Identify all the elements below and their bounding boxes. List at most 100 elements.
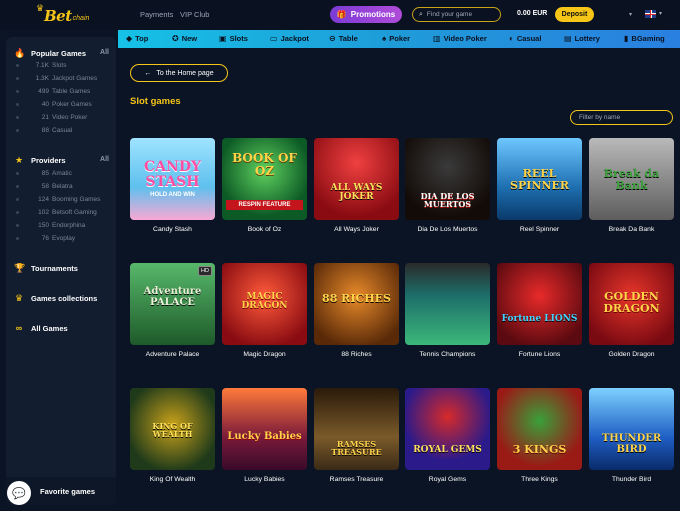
game-logo-text: ALL WAYS JOKER <box>330 183 383 203</box>
game-logo-text: THUNDER BIRD <box>601 433 662 455</box>
vip-club-link[interactable]: VIP Club <box>180 10 209 19</box>
game-card[interactable]: Lucky Babies <box>222 388 307 470</box>
popular-all-link[interactable]: All <box>100 49 109 56</box>
tournaments-link[interactable]: 🏆 Tournaments <box>14 263 78 274</box>
game-card[interactable]: ALL WAYS JOKER <box>314 138 399 220</box>
game-card[interactable]: CANDY STASH HOLD AND WIN <box>130 138 215 220</box>
game-card[interactable]: MAGIC DRAGON <box>222 263 307 345</box>
game-name[interactable]: Break Da Bank <box>589 226 674 233</box>
game-name[interactable]: 88 Riches <box>314 351 399 358</box>
sidebar-item-slots[interactable]: 7.1K Slots <box>16 62 111 69</box>
game-name[interactable]: Lucky Babies <box>222 476 307 483</box>
category-poker[interactable]: ♠ Poker <box>382 34 410 43</box>
all-games-link[interactable]: ∞ All Games <box>14 323 68 333</box>
category-slots[interactable]: ▣ Slots <box>219 34 248 43</box>
table-icon: ⊖ <box>329 34 336 43</box>
sidebar-provider-booming[interactable]: 124 Booming Games <box>16 196 111 203</box>
game-thumbnail <box>405 263 490 345</box>
category-bgaming[interactable]: ▮ BGaming <box>624 34 665 43</box>
diamond-icon: ◆ <box>126 34 133 43</box>
providers-all-link[interactable]: All <box>100 156 109 163</box>
game-name[interactable]: Candy Stash <box>130 226 215 233</box>
game-card[interactable]: BOOK OF OZ RESPIN FEATURE <box>222 138 307 220</box>
popular-games-header[interactable]: 🔥 Popular Games <box>14 48 86 59</box>
star-icon: ✪ <box>172 34 179 43</box>
sidebar-provider-amatic[interactable]: 85 Amatic <box>16 170 111 177</box>
search-input[interactable] <box>426 11 497 18</box>
game-card[interactable]: 88 RICHES <box>314 263 399 345</box>
category-top[interactable]: ◆ Top <box>126 34 148 43</box>
sidebar-item-poker-games[interactable]: 40 Poker Games <box>16 101 111 108</box>
game-name[interactable]: Ramses Treasure <box>314 476 399 483</box>
game-name[interactable]: Royal Gems <box>405 476 490 483</box>
bgaming-icon: ▮ <box>624 34 629 43</box>
game-name[interactable]: Book of Oz <box>222 226 307 233</box>
deposit-button[interactable]: Deposit <box>555 7 594 22</box>
game-card[interactable]: GOLDEN DRAGON <box>589 263 674 345</box>
star-icon: ★ <box>14 155 24 165</box>
game-thumbnail <box>405 388 490 470</box>
category-jackpot[interactable]: ▭ Jackpot <box>270 34 309 43</box>
category-lottery[interactable]: ▤ Lottery <box>564 34 600 43</box>
games-collections-link[interactable]: ♛ Games collections <box>14 293 97 304</box>
game-logo-text: Lucky Babies <box>227 431 302 442</box>
language-chevron-icon[interactable]: ▾ <box>659 10 662 17</box>
game-name[interactable]: Dia De Los Muertos <box>405 226 490 233</box>
game-name[interactable]: Thunder Bird <box>589 476 674 483</box>
gift-icon: 🎁 <box>336 10 347 19</box>
category-casual[interactable]: ◐ Casual <box>509 34 541 43</box>
game-name[interactable]: Adventure Palace <box>130 351 215 358</box>
arrow-left-icon: ← <box>144 69 152 77</box>
game-name[interactable]: Fortune Lions <box>497 351 582 358</box>
game-card[interactable]: THUNDER BIRD <box>589 388 674 470</box>
chat-support-button[interactable]: 💬 <box>7 481 31 505</box>
category-table[interactable]: ⊖ Table <box>329 34 358 43</box>
search-box[interactable]: ⌕ <box>412 7 501 22</box>
sidebar-item-video-poker[interactable]: 21 Video Poker <box>16 114 111 121</box>
filter-input[interactable] <box>579 114 669 121</box>
site-logo[interactable]: ♛ Bet chain <box>34 3 104 27</box>
game-card[interactable] <box>405 263 490 345</box>
game-card[interactable]: REEL SPINNER <box>497 138 582 220</box>
casual-icon: ◐ <box>509 34 514 43</box>
balance-display: 0.00 EUR <box>517 10 548 17</box>
providers-header[interactable]: ★ Providers <box>14 155 66 166</box>
game-logo-text: DIA DE LOS MUERTOS <box>420 191 475 210</box>
category-new[interactable]: ✪ New <box>172 34 197 43</box>
game-name[interactable]: Tennis Champions <box>405 351 490 358</box>
game-card[interactable]: Adventure PALACE HD <box>130 263 215 345</box>
game-name[interactable]: Magic Dragon <box>222 351 307 358</box>
sidebar: 🔥 Popular Games All 7.1K Slots 1.3K Jackpo… <box>6 37 116 505</box>
game-card[interactable]: RAMSES TREASURE <box>314 388 399 470</box>
game-thumbnail <box>314 138 399 220</box>
game-card[interactable]: 3 KINGS <box>497 388 582 470</box>
sidebar-item-jackpot-games[interactable]: 1.3K Jackpot Games <box>16 75 111 82</box>
game-logo-text: 3 KINGS <box>512 443 567 456</box>
slot-icon: ▣ <box>219 34 227 43</box>
collection-icon: ♛ <box>14 293 24 303</box>
game-card[interactable]: ROYAL GEMS <box>405 388 490 470</box>
filter-box[interactable] <box>570 110 673 125</box>
game-card[interactable]: DIA DE LOS MUERTOS <box>405 138 490 220</box>
game-name[interactable]: Golden Dragon <box>589 351 674 358</box>
flame-icon: 🔥 <box>14 48 26 58</box>
sidebar-provider-endorphina[interactable]: 150 Endorphina <box>16 222 111 229</box>
sidebar-provider-betsoft[interactable]: 102 Betsoft Gaming <box>16 209 111 216</box>
category-video-poker[interactable]: ▥ Video Poker <box>433 34 487 43</box>
sidebar-item-casual[interactable]: 88 Casual <box>16 127 111 134</box>
game-card[interactable]: KING OF WEALTH <box>130 388 215 470</box>
payments-link[interactable]: Payments <box>140 10 173 19</box>
game-name[interactable]: All Ways Joker <box>314 226 399 233</box>
uk-flag-icon[interactable] <box>645 10 656 18</box>
game-card[interactable]: Break da Bank <box>589 138 674 220</box>
home-page-button[interactable]: ← To the Home page <box>130 64 228 82</box>
game-name[interactable]: Three Kings <box>497 476 582 483</box>
promotions-button[interactable]: 🎁 Promotions <box>330 6 402 23</box>
sidebar-provider-belatra[interactable]: 58 Belatra <box>16 183 111 190</box>
sidebar-item-table-games[interactable]: 499 Table Games <box>16 88 111 95</box>
game-name[interactable]: Reel Spinner <box>497 226 582 233</box>
game-name[interactable]: King Of Wealth <box>130 476 215 483</box>
account-dropdown[interactable]: ▾ <box>600 7 632 22</box>
sidebar-provider-evoplay[interactable]: 76 Evoplay <box>16 235 111 242</box>
game-card[interactable]: Fortune LIONS <box>497 263 582 345</box>
